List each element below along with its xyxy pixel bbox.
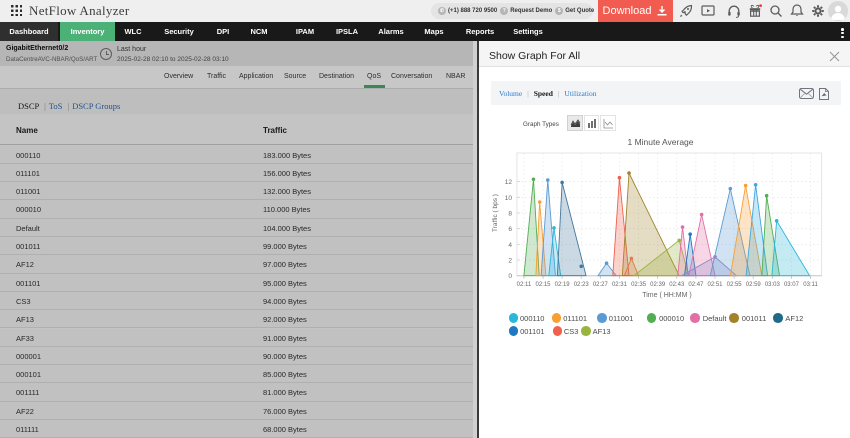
svg-text:02:27: 02:27: [593, 282, 609, 288]
svg-text:02:35: 02:35: [631, 282, 647, 288]
svg-text:02:59: 02:59: [746, 282, 762, 288]
svg-text:10: 10: [505, 195, 513, 202]
svg-text:02:15: 02:15: [536, 282, 552, 288]
svg-text:1 Minute Average: 1 Minute Average: [628, 137, 694, 147]
svg-text:03:03: 03:03: [765, 282, 781, 288]
svg-text:03:11: 03:11: [803, 282, 818, 288]
svg-text:6: 6: [508, 226, 512, 233]
svg-text:02:51: 02:51: [708, 282, 724, 288]
svg-text:4: 4: [508, 242, 512, 249]
svg-text:02:31: 02:31: [612, 282, 628, 288]
svg-text:02:55: 02:55: [727, 282, 743, 288]
svg-text:2: 2: [508, 258, 512, 265]
svg-text:Traffic ( bps ): Traffic ( bps ): [492, 194, 499, 232]
svg-text:02:43: 02:43: [669, 282, 685, 288]
svg-text:02:47: 02:47: [688, 282, 704, 288]
svg-text:12: 12: [505, 179, 513, 186]
svg-text:02:39: 02:39: [650, 282, 666, 288]
svg-text:0: 0: [508, 273, 512, 280]
svg-text:Time ( HH:MM ): Time ( HH:MM ): [642, 292, 692, 299]
svg-text:03:07: 03:07: [784, 282, 800, 288]
svg-text:02:11: 02:11: [517, 282, 532, 288]
svg-text:02:19: 02:19: [555, 282, 571, 288]
svg-text:02:23: 02:23: [574, 282, 590, 288]
svg-text:8: 8: [508, 210, 512, 217]
